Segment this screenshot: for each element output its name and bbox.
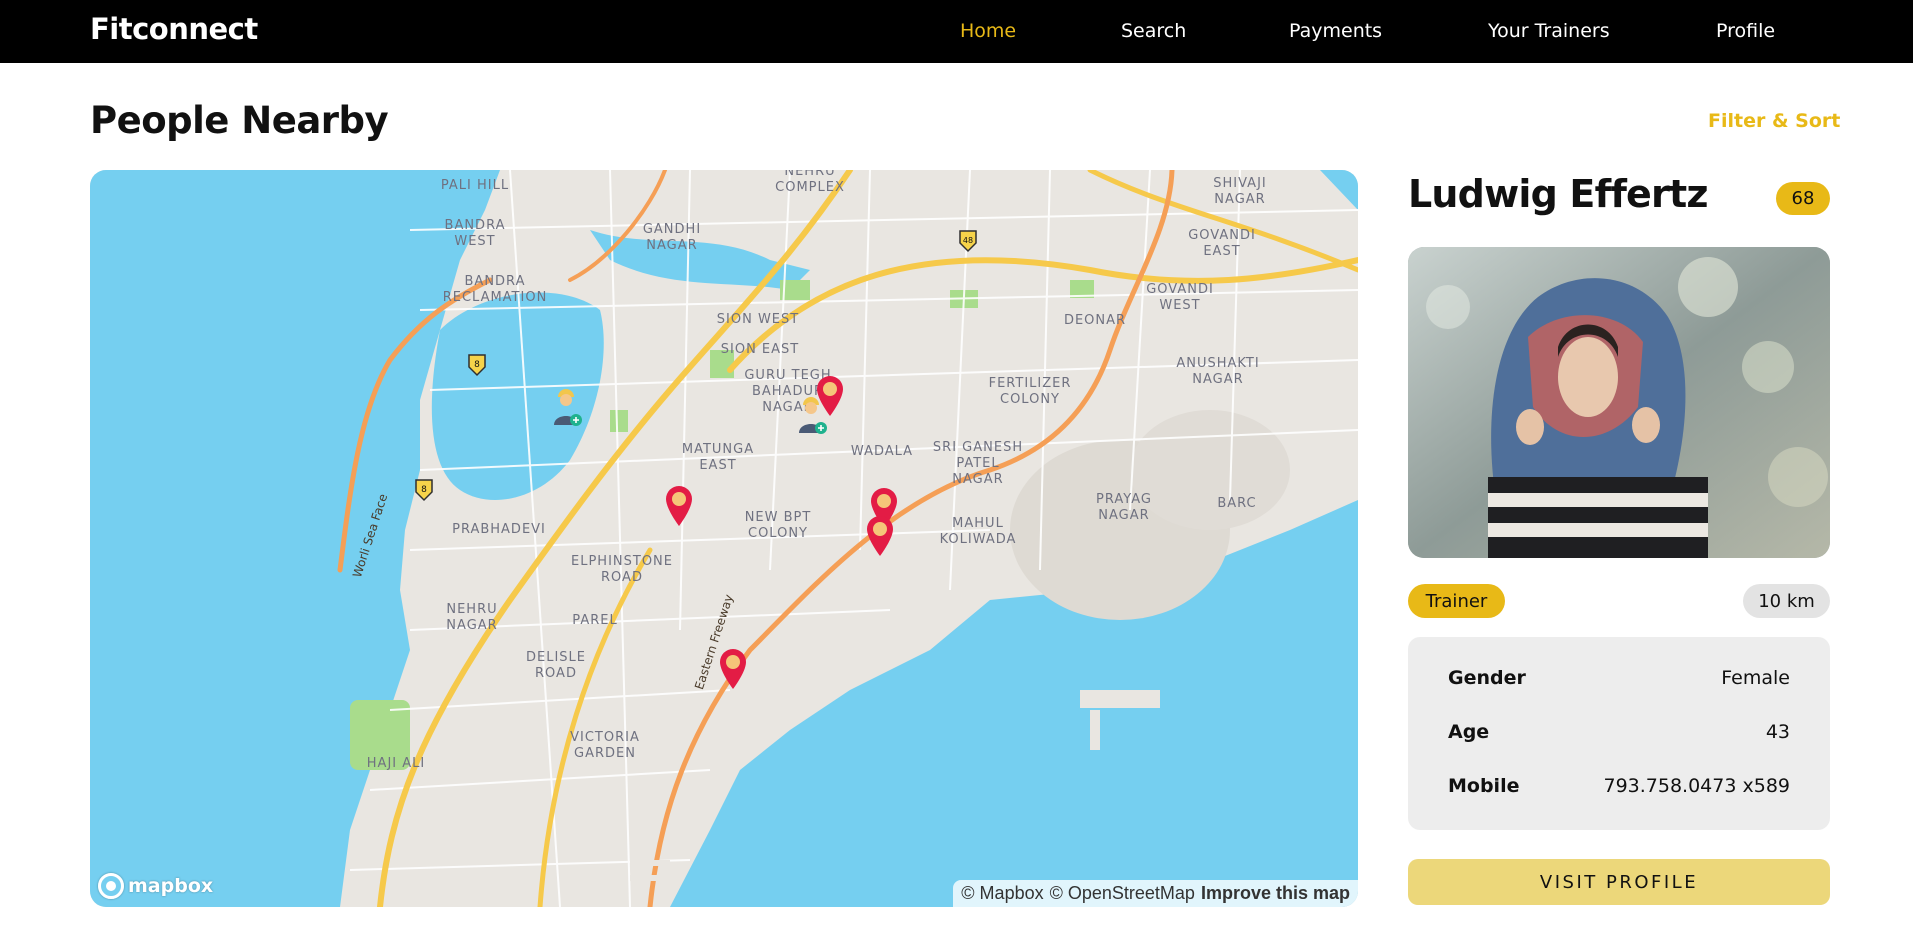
visit-profile-button[interactable]: VISIT PROFILE [1408, 859, 1830, 905]
map-pin-icon[interactable] [865, 515, 895, 557]
map-label-prabhadevi: PRABHADEVI [452, 522, 546, 537]
profile-photo-illustration [1408, 247, 1830, 558]
map-label-prayag-nagar: PRAYAG NAGAR [1096, 492, 1152, 523]
shield-number: 48 [963, 236, 973, 245]
highway-shield-icon: 48 [959, 230, 977, 253]
highway-shield-icon: 8 [415, 479, 433, 502]
attribution-mapbox-link[interactable]: © Mapbox [961, 883, 1043, 904]
map-label-pali-hill: PALI HILL [440, 178, 510, 193]
map-label-sion-east: SION EAST [720, 342, 800, 357]
nav-your-trainers[interactable]: Your Trainers [1488, 20, 1610, 42]
nav-home[interactable]: Home [960, 20, 1016, 42]
detail-label: Age [1448, 721, 1490, 743]
map-label-shivaji-nagar: SHIVAJI NAGAR [1213, 176, 1267, 207]
map-label-barc: BARC [1217, 496, 1257, 511]
person-marker-icon[interactable] [549, 387, 583, 427]
filter-sort-button[interactable]: Filter & Sort [1708, 110, 1840, 132]
map-label-bandra-reclamation: BANDRA RECLAMATION [442, 274, 548, 305]
map-label-govandi-west: GOVANDI WEST [1146, 282, 1214, 313]
detail-value: Female [1721, 667, 1790, 689]
brand-logo[interactable]: Fitconnect [90, 12, 258, 46]
detail-row-gender: Gender Female [1448, 667, 1790, 689]
map-label-elphinstone-road: ELPHINSTONE ROAD [571, 554, 673, 585]
profile-photo [1408, 247, 1830, 558]
map-label-sri-ganesh-patel-nagar: SRI GANESH PATEL NAGAR [932, 440, 1024, 487]
map-label-bandra-west: BANDRA WEST [444, 218, 506, 249]
nav-payments[interactable]: Payments [1289, 20, 1382, 42]
detail-value: 793.758.0473 x589 [1603, 775, 1790, 797]
nav-profile[interactable]: Profile [1716, 20, 1775, 42]
detail-label: Gender [1448, 667, 1526, 689]
detail-value: 43 [1765, 721, 1790, 743]
distance-tag: 10 km [1743, 584, 1830, 618]
map-pin-icon[interactable] [718, 648, 748, 690]
mapbox-logo[interactable]: mapbox [98, 873, 213, 899]
person-marker-icon[interactable] [794, 395, 828, 435]
top-navbar: Fitconnect Home Search Payments Your Tra… [0, 0, 1913, 63]
map-label-fertilizer-colony: FERTILIZER COLONY [988, 376, 1072, 407]
detail-row-age: Age 43 [1448, 721, 1790, 743]
map-attribution: © Mapbox © OpenStreetMap Improve this ma… [953, 880, 1358, 907]
attribution-osm-link[interactable]: © OpenStreetMap [1050, 883, 1195, 904]
map-label-deonar: DEONAR [1063, 313, 1127, 328]
profile-name: Ludwig Effertz [1408, 172, 1708, 216]
map-label-mahul-koliwada: MAHUL KOLIWADA [939, 516, 1017, 547]
map-label-sion-west: SION WEST [716, 312, 800, 327]
shield-number: 8 [474, 360, 480, 370]
map-label-victoria-garden: VICTORIA GARDEN [570, 730, 640, 761]
shield-number: 8 [421, 485, 427, 495]
map-label-nehru-nagar: NEHRU NAGAR [446, 602, 498, 633]
profile-details: Gender Female Age 43 Mobile 793.758.0473… [1408, 637, 1830, 830]
mapbox-logo-icon [98, 873, 124, 899]
mapbox-logo-text: mapbox [128, 875, 214, 897]
map-base-layer [90, 170, 1358, 907]
map-label-new-bpt-colony: NEW BPT COLONY [744, 510, 812, 541]
map-label-anushakti-nagar: ANUSHAKTI NAGAR [1176, 356, 1260, 387]
improve-map-link[interactable]: Improve this map [1201, 883, 1350, 904]
page-title: People Nearby [90, 99, 389, 142]
profile-score-badge: 68 [1776, 182, 1830, 215]
detail-row-mobile: Mobile 793.758.0473 x589 [1448, 775, 1790, 797]
map-label-wadala: WADALA [850, 444, 914, 459]
map-label-nehru-complex: NEHRU COMPLEX [775, 170, 845, 195]
map-label-matunga-east: MATUNGA EAST [681, 442, 755, 473]
map-label-parel: PAREL [572, 613, 618, 628]
detail-label: Mobile [1448, 775, 1520, 797]
map[interactable]: PALI HILL NEHRU COMPLEX SHIVAJI NAGAR BA… [90, 170, 1358, 907]
role-tag: Trainer [1408, 584, 1505, 618]
map-label-delisle-road: DELISLE ROAD [525, 650, 587, 681]
map-pin-icon[interactable] [664, 485, 694, 527]
map-label-govandi-east: GOVANDI EAST [1188, 228, 1256, 259]
highway-shield-icon: 8 [468, 354, 486, 377]
map-label-gandhi-nagar: GANDHI NAGAR [642, 222, 702, 253]
nav-search[interactable]: Search [1121, 20, 1186, 42]
map-label-haji-ali: HAJI ALI [366, 756, 426, 771]
